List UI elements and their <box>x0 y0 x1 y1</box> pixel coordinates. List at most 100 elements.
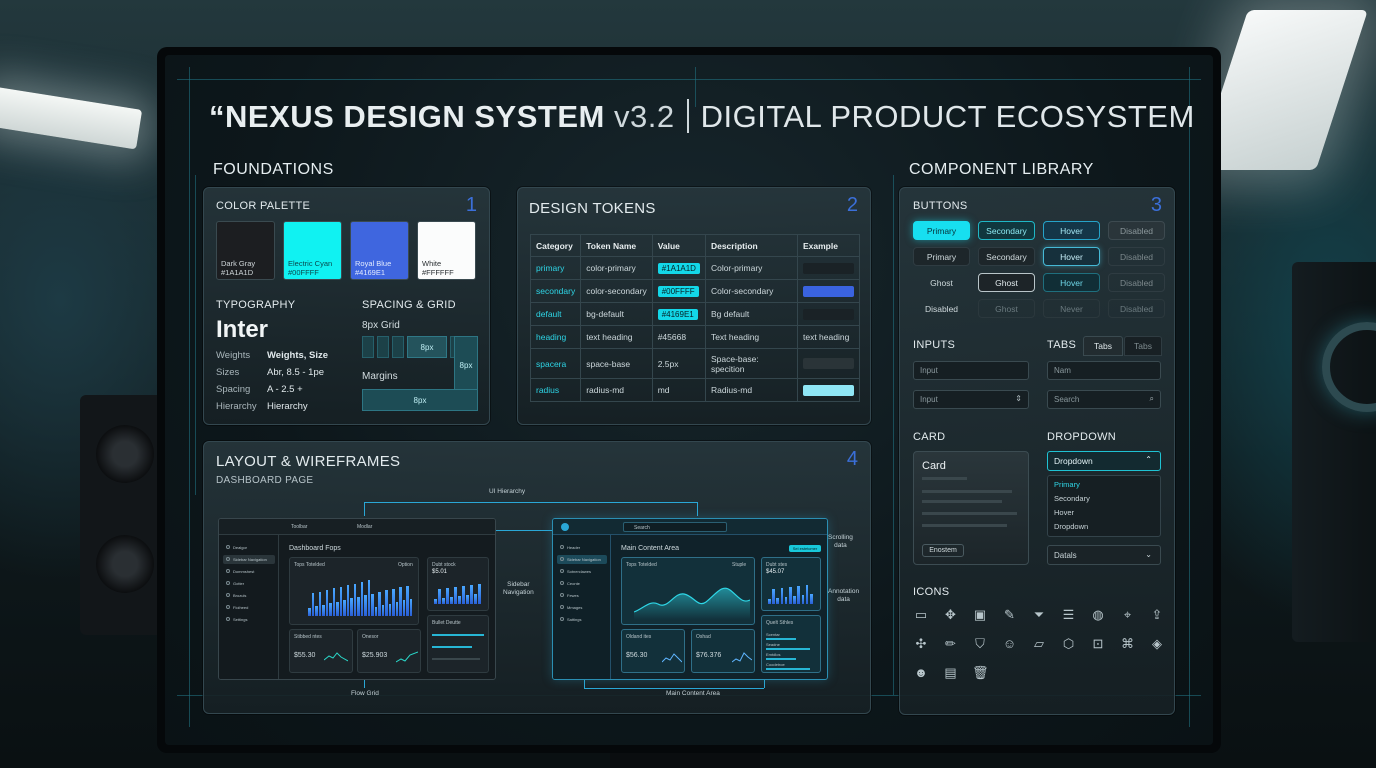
location-pin-icon[interactable]: ⌖ <box>1120 607 1136 623</box>
color-swatch[interactable]: Electric Cyan #00FFFF <box>283 221 342 280</box>
logo-icon <box>561 523 569 531</box>
color-swatch[interactable]: Royal Blue #4169E1 <box>350 221 409 280</box>
button-primary[interactable]: Primary <box>913 221 970 240</box>
layers-icon[interactable]: ◈ <box>1149 636 1165 652</box>
margin-side-tag: 8px <box>454 336 478 394</box>
buttons-title: BUTTONS <box>913 200 968 212</box>
chevron-updown-icon: ⇕ <box>1015 394 1022 403</box>
margin-bottom-tag: 8px <box>362 389 478 411</box>
wf-nav-item <box>557 579 607 588</box>
table-row[interactable]: default bg-default #4169E1 Bg default <box>529 302 860 326</box>
card-heading: Card <box>922 460 946 472</box>
table-header: Example <box>797 234 860 257</box>
button-disabled[interactable]: Disabled <box>1108 247 1165 266</box>
select-input[interactable]: Input ⇕ <box>913 390 1029 409</box>
share-icon[interactable]: ⇪ <box>1149 607 1165 623</box>
card-title: CARD <box>913 431 946 443</box>
example-swatch <box>803 262 854 274</box>
card-button[interactable]: Enostem <box>922 544 964 557</box>
table-row[interactable]: radius radius-md md Radius-md <box>529 378 860 402</box>
foundations-panel: 1 COLOR PALETTE Dark Gray #1A1A1D Electric… <box>203 187 490 425</box>
button-disabled[interactable]: Disabled <box>1108 273 1165 292</box>
lock-icon[interactable]: ⊡ <box>1090 636 1106 652</box>
dropdown-option[interactable]: Hover <box>1054 508 1074 517</box>
table-row[interactable]: heading text heading #45668 Text heading tex… <box>529 325 860 349</box>
shield-icon[interactable]: ⛉ <box>972 636 988 652</box>
card-component[interactable]: Card Enostem <box>913 451 1029 565</box>
wf-search: Search <box>623 522 727 532</box>
design-tokens-panel: 2 DESIGN TOKENS Category Token Name Value D… <box>517 187 871 425</box>
command-icon[interactable]: ⌘ <box>1120 636 1136 652</box>
button-ghost[interactable]: Ghost <box>913 273 970 292</box>
color-swatch[interactable]: Dark Gray #1A1A1D <box>216 221 275 280</box>
pencil-icon[interactable]: ✏ <box>943 636 959 652</box>
filter-icon[interactable]: ⏷ <box>1031 607 1047 623</box>
color-swatch[interactable]: White #FFFFFF <box>417 221 476 280</box>
dropdown-select[interactable]: Dropdown ⌃ <box>1047 451 1161 471</box>
dropdown-option[interactable]: Primary <box>1054 480 1080 489</box>
button-disabled[interactable]: Disabled <box>1108 299 1165 318</box>
font-family-sample: Inter <box>216 316 269 343</box>
typography-row-value: A - 2.5 + <box>267 384 303 395</box>
button-primary[interactable]: Primary <box>913 247 970 266</box>
details-select[interactable]: Datals ⌄ <box>1047 545 1161 565</box>
badge-icon[interactable]: ▣ <box>972 607 988 623</box>
button-hover[interactable]: Hover <box>1043 247 1100 266</box>
component-library-heading: COMPONENT LIBRARY <box>909 161 1094 178</box>
user-icon[interactable]: ☺ <box>1002 636 1018 652</box>
table-row[interactable]: spacera space-base 2.5px Space-base: specit… <box>529 348 860 379</box>
annotation-main-content: Main Content Area <box>666 690 720 697</box>
token-value: #1A1A1D <box>657 262 700 274</box>
wf-nav-item <box>223 579 275 588</box>
cube-icon[interactable]: ⬡ <box>1061 636 1077 652</box>
tab-inactive[interactable]: Tabs <box>1124 336 1162 356</box>
inputs-title: INPUTS <box>913 339 956 351</box>
typography-row-label: Spacing <box>216 384 251 395</box>
monitor-icon[interactable]: ▭ <box>913 607 929 623</box>
dropdown-option[interactable]: Secondary <box>1054 494 1090 503</box>
globe-icon[interactable]: ◍ <box>1090 607 1106 623</box>
button-hover[interactable]: Hover <box>1043 221 1100 240</box>
grid-label: 8px Grid <box>362 320 400 331</box>
example-swatch <box>803 358 854 369</box>
layout-wireframes-panel: 4 LAYOUT & WIREFRAMES DASHBOARD PAGE UI … <box>203 441 871 714</box>
folder-icon[interactable]: ▱ <box>1031 636 1047 652</box>
wf-nav-item <box>223 543 275 552</box>
button-disabled[interactable]: Disabled <box>913 299 970 318</box>
table-row[interactable]: secondary color-secondary #00FFFF Color-sec… <box>529 279 860 303</box>
tokens-table: Category Token Name Value Description Exampl… <box>529 234 860 402</box>
tab-active[interactable]: Tabs <box>1083 336 1123 356</box>
move-icon[interactable]: ✥ <box>943 607 959 623</box>
tabs-title: TABS <box>1047 339 1077 351</box>
button-ghost[interactable]: Ghost <box>978 273 1035 292</box>
text-input[interactable]: Input <box>913 361 1029 380</box>
chevron-up-icon: ⌃ <box>1145 455 1152 464</box>
emoji-icon[interactable]: ☻ <box>913 665 929 681</box>
sliders-icon[interactable]: ☰ <box>1061 607 1077 623</box>
trash-icon[interactable]: 🗑 <box>972 665 989 681</box>
typography-row-label: Sizes <box>216 367 240 378</box>
button-never[interactable]: Never <box>1043 299 1100 318</box>
design-tokens-title: DESIGN TOKENS <box>529 200 656 217</box>
dropdown-option[interactable]: Dropdown <box>1054 522 1088 531</box>
button-hover[interactable]: Hover <box>1043 273 1100 292</box>
panel-number: 3 <box>1150 194 1162 216</box>
grid-tag: 8px <box>407 336 447 358</box>
annotation-flow-grid: Flow Grid <box>351 690 379 697</box>
button-disabled[interactable]: Disabled <box>1108 221 1165 240</box>
image-folder-icon[interactable]: ▤ <box>943 665 959 681</box>
button-secondary[interactable]: Secondary <box>978 221 1035 240</box>
search-input[interactable]: Search ⌕ <box>1047 390 1161 409</box>
panel-number: 1 <box>465 194 477 216</box>
dropdown-menu: Primary Secondary Hover Dropdown <box>1047 475 1161 537</box>
icons-title: ICONS <box>913 586 950 598</box>
table-row[interactable]: primary color-primary #1A1A1D Color-primary <box>529 256 860 280</box>
pen-icon[interactable]: ✎ <box>1002 607 1018 623</box>
puzzle-icon[interactable]: ✣ <box>913 636 929 652</box>
typography-row-value: Weights, Size <box>267 350 329 361</box>
typography-row-label: Weights <box>216 350 251 361</box>
wireframe-main-content: Search Main Content Area Sel estetcmer T… <box>552 518 828 680</box>
button-ghost[interactable]: Ghost <box>978 299 1035 318</box>
name-input[interactable]: Nam <box>1047 361 1161 380</box>
button-secondary[interactable]: Secondary <box>978 247 1035 266</box>
